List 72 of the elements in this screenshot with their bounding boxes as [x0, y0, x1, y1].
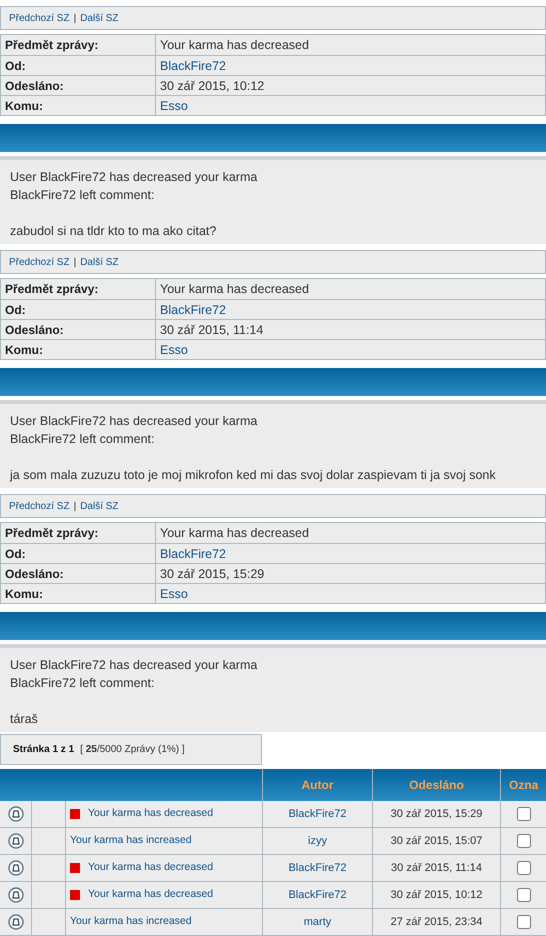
- body-text: ja som mala zuzuzu toto je moj mikrofon ked mi das svoj dolar zaspievam ti ja svoj sonk: [10, 467, 497, 484]
- column-header: Odesláno: [372, 769, 500, 801]
- field-value: Your karma has decreased: [159, 281, 310, 298]
- body-text: User BlackFire72 has decreased your karma: [10, 657, 258, 674]
- field-label: Předmět zprávy:: [1, 35, 156, 55]
- field-label: Odesláno:: [1, 564, 156, 583]
- select-checkbox[interactable]: [516, 807, 530, 821]
- message-icon: [8, 806, 24, 822]
- separator-text: |: [74, 500, 76, 514]
- body-text: User BlackFire72 has decreased your karma: [10, 169, 258, 186]
- body-text: BlackFire72 left comment:: [10, 431, 156, 448]
- message-icon: [8, 860, 24, 876]
- subject-link[interactable]: Your karma has increased: [70, 833, 192, 849]
- field-link[interactable]: Esso: [156, 584, 192, 603]
- previous-link[interactable]: Předchozí SZ: [9, 498, 70, 514]
- date-cell: 30 zář 2015, 15:29: [372, 801, 500, 827]
- subject-link[interactable]: Your karma has decreased: [88, 806, 214, 822]
- field-label: Komu:: [1, 340, 156, 359]
- message-icon: [8, 833, 24, 849]
- message-icon: [8, 914, 24, 930]
- message-count: [ 25/5000 Zprávy (1%) ]: [80, 743, 185, 757]
- separator-text: |: [74, 256, 76, 270]
- separator-text: |: [74, 12, 76, 26]
- date-cell: 30 zář 2015, 11:14: [372, 855, 500, 881]
- previous-link[interactable]: Předchozí SZ: [9, 254, 70, 270]
- field-value: 30 zář 2015, 11:14: [159, 322, 264, 339]
- subject-link[interactable]: Your karma has decreased: [88, 860, 214, 876]
- date-cell: 27 zář 2015, 23:34: [372, 909, 500, 935]
- date-cell: 30 zář 2015, 15:07: [372, 828, 500, 854]
- body-text: BlackFire72 left comment:: [10, 187, 156, 204]
- field-link[interactable]: Esso: [156, 96, 192, 115]
- field-label: Od:: [1, 56, 156, 75]
- field-label: Od:: [1, 300, 156, 319]
- field-value: 30 zář 2015, 10:12: [159, 78, 266, 95]
- field-link[interactable]: BlackFire72: [156, 56, 230, 75]
- next-link[interactable]: Další SZ: [80, 498, 119, 514]
- field-link[interactable]: BlackFire72: [156, 544, 230, 563]
- author-link[interactable]: BlackFire72: [262, 882, 372, 908]
- column-header: Ozna: [500, 769, 546, 801]
- subject-link[interactable]: Your karma has increased: [70, 914, 192, 930]
- field-value: Your karma has decreased: [159, 525, 310, 542]
- select-checkbox[interactable]: [516, 915, 530, 929]
- select-checkbox[interactable]: [516, 834, 530, 848]
- author-link[interactable]: BlackFire72: [262, 855, 372, 881]
- author-link[interactable]: BlackFire72: [262, 801, 372, 827]
- field-label: Od:: [1, 544, 156, 563]
- field-label: Odesláno:: [1, 320, 156, 339]
- next-link[interactable]: Další SZ: [80, 254, 119, 270]
- select-checkbox[interactable]: [516, 888, 530, 902]
- author-link[interactable]: izyy: [262, 828, 372, 854]
- subject-link[interactable]: Your karma has decreased: [88, 887, 214, 903]
- author-link[interactable]: marty: [262, 909, 372, 935]
- field-label: Odesláno:: [1, 76, 156, 95]
- field-label: Komu:: [1, 96, 156, 115]
- field-link[interactable]: BlackFire72: [156, 300, 230, 319]
- body-text: táraš: [10, 711, 39, 728]
- field-label: Předmět zprávy:: [1, 279, 156, 299]
- field-label: Komu:: [1, 584, 156, 603]
- body-text: BlackFire72 left comment:: [10, 675, 156, 692]
- field-label: Předmět zprávy:: [1, 523, 156, 543]
- column-header: Autor: [262, 769, 372, 801]
- field-value: 30 zář 2015, 15:29: [159, 566, 266, 583]
- body-text: User BlackFire72 has decreased your karma: [10, 413, 258, 430]
- page-label: Stránka 1 z 1: [13, 743, 74, 757]
- date-cell: 30 zář 2015, 10:12: [372, 882, 500, 908]
- body-text: zabudol si na tldr kto to ma ako citat?: [10, 223, 218, 240]
- field-value: Your karma has decreased: [159, 37, 310, 54]
- previous-link[interactable]: Předchozí SZ: [9, 10, 70, 26]
- next-link[interactable]: Další SZ: [80, 10, 119, 26]
- field-link[interactable]: Esso: [156, 340, 192, 359]
- message-icon: [8, 887, 24, 903]
- select-checkbox[interactable]: [516, 861, 530, 875]
